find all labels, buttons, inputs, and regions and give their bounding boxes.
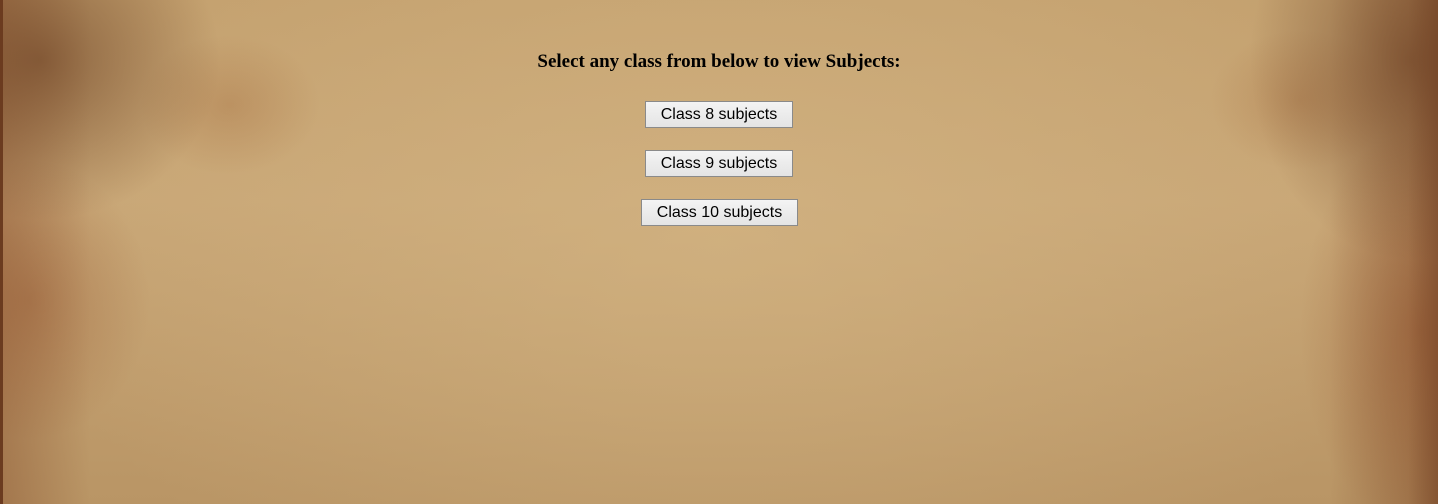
class-10-subjects-button[interactable]: Class 10 subjects	[641, 199, 798, 226]
page-heading: Select any class from below to view Subj…	[537, 51, 901, 72]
class-9-subjects-button[interactable]: Class 9 subjects	[645, 150, 793, 177]
left-edge-border	[0, 0, 3, 504]
parchment-background	[0, 0, 1438, 504]
class-8-subjects-button[interactable]: Class 8 subjects	[645, 101, 793, 128]
right-edge-shadow	[1408, 0, 1438, 504]
